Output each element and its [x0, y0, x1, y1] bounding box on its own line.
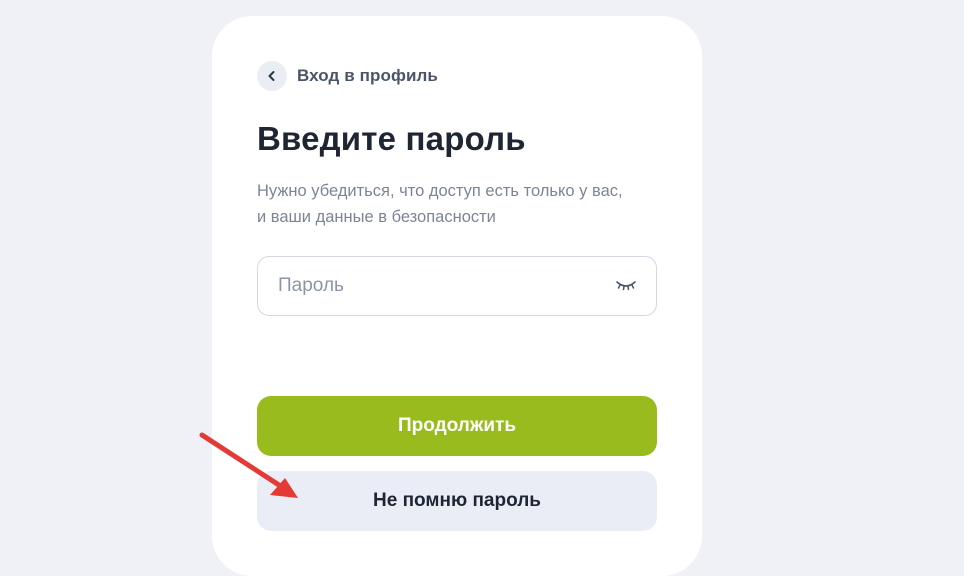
- back-link-label: Вход в профиль: [297, 66, 438, 85]
- continue-button[interactable]: Продолжить: [257, 396, 657, 456]
- chevron-left-icon: [268, 71, 275, 81]
- page-subtitle: Нужно убедиться, что доступ есть только …: [257, 178, 657, 230]
- back-button[interactable]: [257, 61, 287, 91]
- password-field: [257, 256, 657, 316]
- password-input[interactable]: [278, 257, 598, 315]
- subtitle-line-1: Нужно убедиться, что доступ есть только …: [257, 182, 623, 200]
- forgot-password-button[interactable]: Не помню пароль: [257, 471, 657, 531]
- back-link[interactable]: Вход в профиль: [257, 60, 438, 92]
- page-title: Введите пароль: [257, 120, 526, 157]
- eye-closed-icon[interactable]: [614, 276, 638, 296]
- subtitle-line-2: и ваши данные в безопасности: [257, 208, 496, 226]
- login-card: Вход в профиль Введите пароль Нужно убед…: [212, 16, 702, 576]
